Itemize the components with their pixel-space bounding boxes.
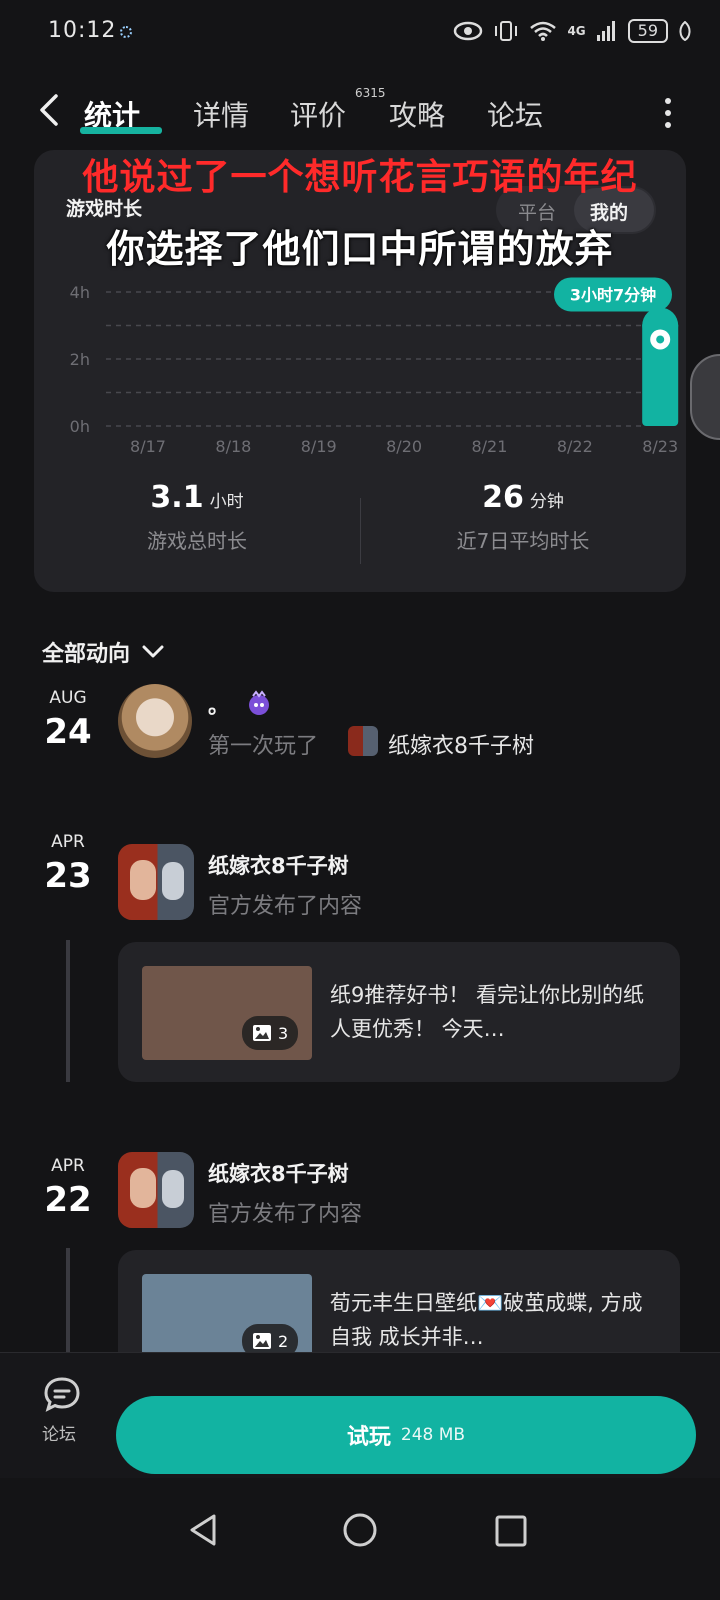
- play-button-size: 248 MB: [400, 1425, 466, 1445]
- image-count-badge: 3: [242, 1016, 299, 1050]
- tab-reviews[interactable]: 评价: [290, 94, 346, 134]
- x-tick-label: 8/20: [386, 437, 422, 456]
- timeline-line: [66, 1248, 70, 1352]
- tab-details[interactable]: 详情: [193, 94, 249, 134]
- x-tick-label: 8/19: [301, 437, 337, 456]
- feed-sub-prefix: 第一次玩了: [208, 734, 319, 759]
- nav-home-icon[interactable]: [342, 1512, 378, 1548]
- feed-sub: 官方发布了内容: [208, 894, 363, 919]
- forum-chat-icon[interactable]: [42, 1374, 82, 1414]
- feed-game-title[interactable]: 纸嫁衣8千子树: [208, 1158, 349, 1188]
- leaf-icon: [679, 21, 691, 41]
- chevron-down-icon: [142, 645, 164, 658]
- avg-minutes-label: 近7日平均时长: [456, 529, 590, 553]
- feed-filter-label: 全部动向: [42, 642, 131, 667]
- forum-label[interactable]: 论坛: [42, 1420, 76, 1445]
- feed-month: AUG: [49, 688, 87, 708]
- image-icon: [253, 1333, 271, 1349]
- timeline-line: [66, 940, 70, 1082]
- feed-day: 23: [44, 856, 92, 896]
- vibrate-icon: [495, 21, 518, 41]
- play-button-label: 试玩: [346, 1425, 391, 1450]
- avatar[interactable]: [118, 684, 192, 758]
- status-bar: 10:12 4G 59: [0, 0, 720, 64]
- wifi-icon: [530, 21, 557, 41]
- network-type: 4G: [567, 24, 586, 38]
- game-icon[interactable]: [118, 844, 194, 920]
- feed-filter[interactable]: 全部动向: [42, 636, 164, 668]
- x-tick-label: 8/22: [557, 437, 593, 456]
- total-hours-value: 3.1: [150, 480, 204, 515]
- game-icon[interactable]: [118, 1152, 194, 1228]
- feed-month: APR: [51, 832, 85, 852]
- summary-total: 3.1 小时 游戏总时长: [34, 480, 360, 554]
- overlay-caption-red: 他说过了一个想听花言巧语的年纪: [82, 157, 638, 198]
- game-mini-icon: [348, 726, 378, 756]
- feed-day: 24: [44, 712, 92, 752]
- total-hours-label: 游戏总时长: [147, 529, 247, 553]
- y-tick-label: 0h: [70, 417, 90, 436]
- feed-day: 22: [44, 1180, 92, 1220]
- signal-icon: [596, 21, 615, 41]
- playtime-chart: 0h 2h 4h 8/17 8/18 8/19 8/20 8/21 8/22 8/23 3小时7分钟: [70, 277, 679, 456]
- chart-annotation-label: 3小时7分钟: [570, 285, 656, 304]
- image-icon: [253, 1025, 271, 1041]
- chart-marker-center: [656, 335, 665, 344]
- feed-user-name[interactable]: 。: [208, 690, 229, 720]
- post-text: 纸9推荐好书！ 看完让你比别的纸人更优秀！ 今天…: [330, 983, 645, 1041]
- status-icons: 4G 59: [453, 16, 692, 46]
- x-tick-label: 8/21: [471, 437, 507, 456]
- image-count: 3: [278, 1023, 289, 1043]
- feed-game-name[interactable]: 纸嫁衣8千子树: [388, 728, 534, 760]
- feed-game-title[interactable]: 纸嫁衣8千子树: [208, 850, 349, 880]
- overlay-caption-white: 你选择了他们口中所谓的放弃: [106, 227, 614, 271]
- eye-icon: [454, 21, 483, 41]
- notification-icon: [120, 26, 132, 38]
- image-count: 2: [278, 1331, 289, 1351]
- user-badge-icon: [249, 690, 269, 715]
- x-tick-label: 8/17: [130, 437, 166, 456]
- tab-active-indicator: [80, 127, 162, 134]
- summary-average: 26 分钟 近7日平均时长: [360, 480, 686, 554]
- avg-minutes-unit: 分钟: [529, 492, 564, 512]
- post-text: 荀元丰生日壁纸💌破茧成蝶, 方成自我 成长并非…: [330, 1291, 643, 1349]
- nav-back-icon[interactable]: [186, 1512, 222, 1548]
- x-tick-label: 8/23: [642, 437, 678, 456]
- feed-month: APR: [51, 1156, 85, 1176]
- trial-play-button[interactable]: 试玩 248 MB: [116, 1396, 696, 1474]
- tab-forum[interactable]: 论坛: [487, 94, 543, 134]
- reviews-count-badge: 6315: [355, 86, 386, 100]
- back-arrow-icon[interactable]: [32, 92, 68, 128]
- avg-minutes-value: 26: [482, 480, 524, 515]
- total-hours-unit: 小时: [209, 492, 244, 512]
- x-tick-label: 8/18: [215, 437, 251, 456]
- nav-recents-icon[interactable]: [494, 1514, 528, 1548]
- tab-guides[interactable]: 攻略: [389, 94, 445, 134]
- more-menu-icon[interactable]: [664, 98, 672, 128]
- y-tick-label: 4h: [70, 283, 90, 302]
- battery-indicator: 59: [627, 19, 668, 43]
- status-time: 10:12: [48, 18, 117, 43]
- floating-assistant-button[interactable]: [690, 354, 720, 440]
- feed-sub: 官方发布了内容: [208, 1202, 363, 1227]
- y-tick-label: 2h: [70, 350, 90, 369]
